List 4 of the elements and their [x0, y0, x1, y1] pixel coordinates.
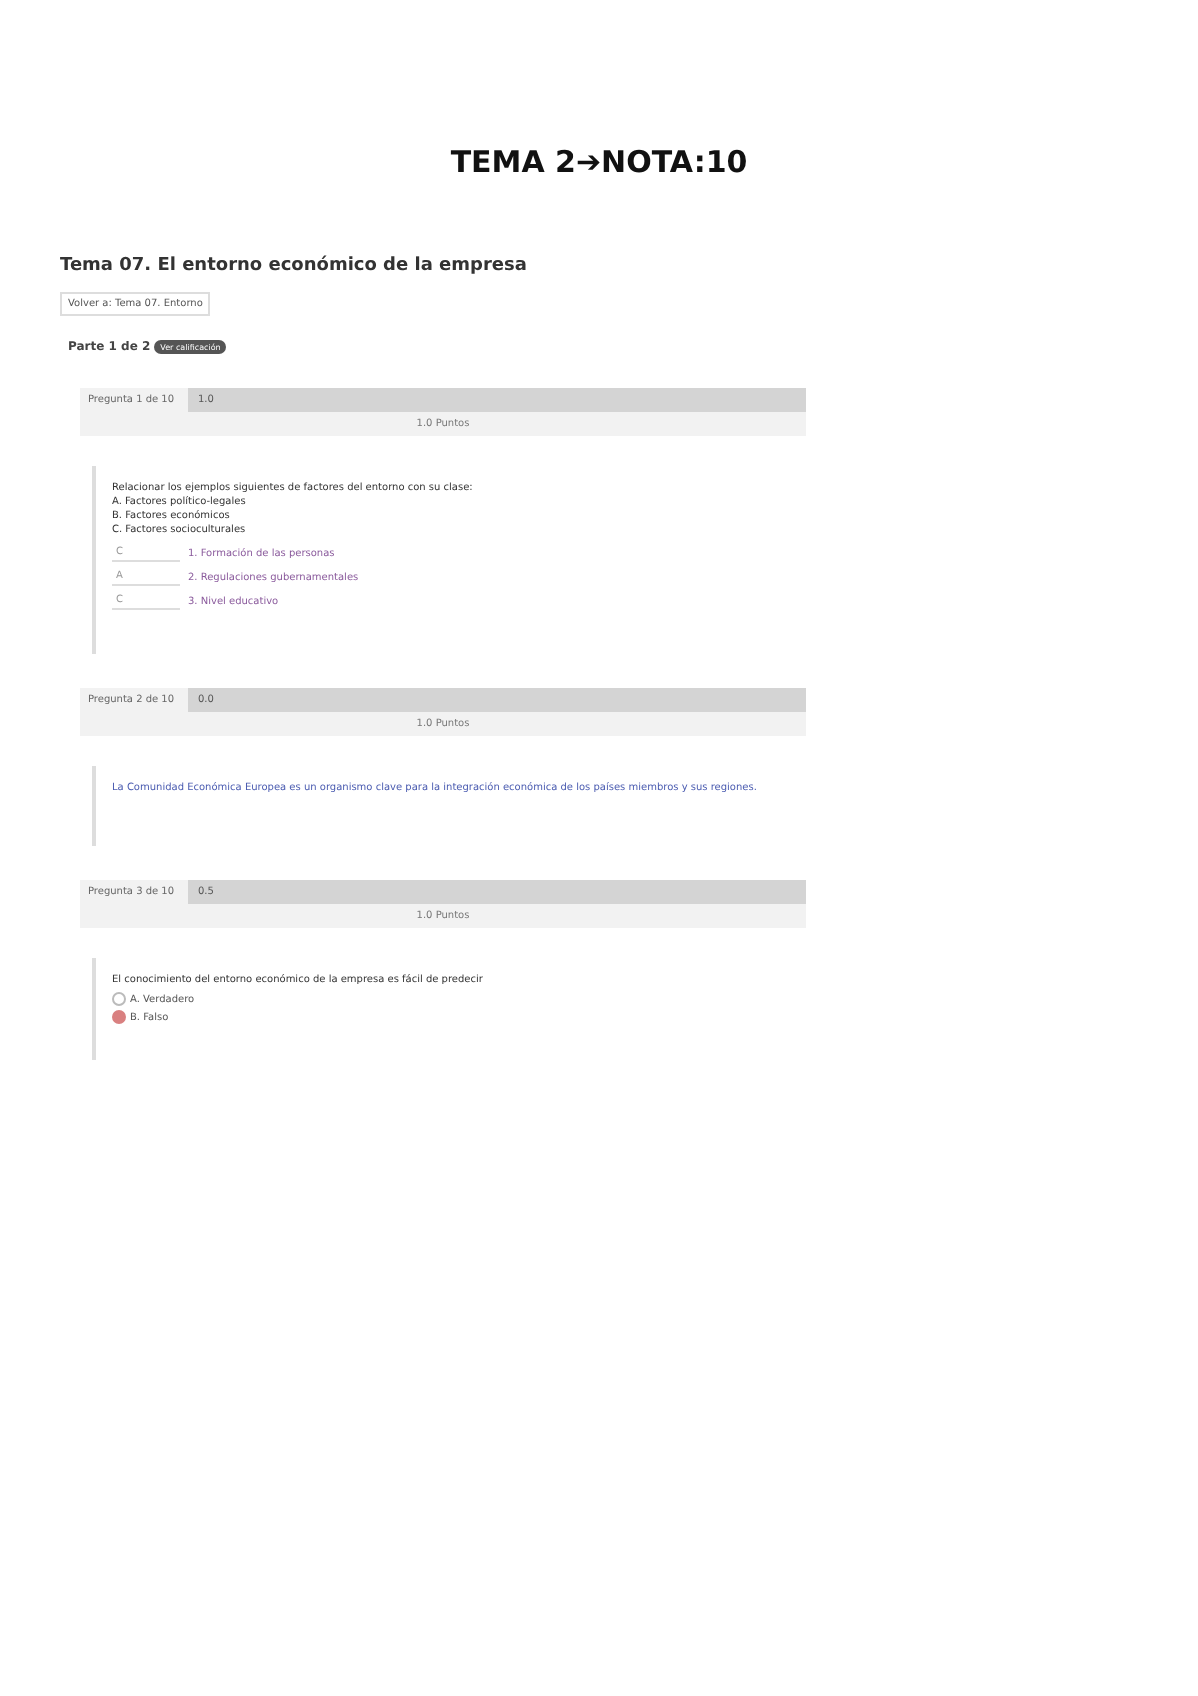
page-heading: TEMA 2➔NOTA:10 [448, 144, 750, 180]
radio-button[interactable] [112, 992, 126, 1006]
radio-button[interactable] [112, 1010, 126, 1024]
quiz-title: Tema 07. El entorno económico de la empresa [60, 256, 529, 276]
